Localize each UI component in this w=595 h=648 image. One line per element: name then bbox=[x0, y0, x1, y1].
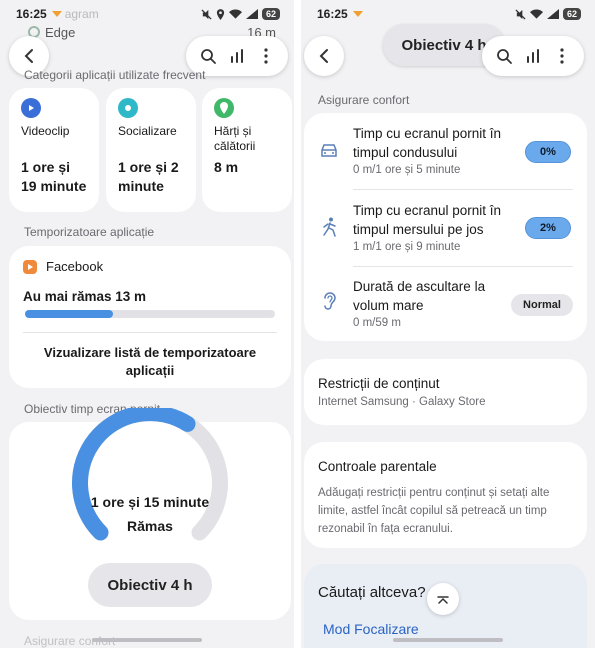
goal-button[interactable]: Obiectiv 4 h bbox=[88, 563, 212, 607]
parental-title: Controale parentale bbox=[318, 459, 437, 474]
category-card-maps[interactable]: Hărți și călătorii 8 m bbox=[202, 88, 292, 212]
signal-icon bbox=[246, 9, 258, 19]
bar-chart-icon bbox=[526, 49, 539, 63]
more-options-button[interactable] bbox=[548, 42, 576, 70]
categories-section-title: Categorii aplicații utilizate frecvent bbox=[24, 68, 206, 82]
status-icons: 62 bbox=[515, 8, 581, 20]
signal-icon bbox=[547, 9, 559, 19]
app-notification-icon bbox=[51, 11, 62, 17]
scroll-to-top-button[interactable] bbox=[427, 583, 459, 615]
category-name: Videoclip bbox=[21, 124, 70, 138]
chevron-left-icon bbox=[319, 49, 328, 63]
goal-value: 1 ore și 15 minute bbox=[90, 494, 210, 510]
video-category-icon bbox=[21, 98, 41, 118]
driving-percent-badge: 0% bbox=[525, 141, 571, 163]
comfort-row-sub: 0 m/59 m bbox=[353, 317, 401, 329]
goal-remaining-label: Rămas bbox=[127, 518, 173, 534]
floating-goal-label: Obiectiv 4 h bbox=[401, 36, 487, 54]
facebook-app-icon bbox=[23, 260, 37, 274]
home-indicator bbox=[92, 638, 202, 642]
stats-button[interactable] bbox=[223, 42, 251, 70]
gauge-fill bbox=[71, 408, 196, 541]
chevron-left-icon bbox=[24, 49, 33, 63]
bar-chart-icon bbox=[230, 49, 243, 63]
timer-progress-track bbox=[25, 310, 275, 318]
view-timers-list-label: Vizualizare listă de temporizatoare apli… bbox=[43, 345, 257, 378]
comfort-row-volume[interactable]: Durată de ascultare la volum mare 0 m/59… bbox=[304, 267, 587, 341]
peek-app-name: Edge bbox=[45, 25, 76, 40]
restrictions-title: Restricții de conținut bbox=[318, 376, 440, 391]
back-button[interactable] bbox=[304, 36, 344, 76]
search-button[interactable] bbox=[490, 42, 518, 70]
comfort-row-walking[interactable]: Timp cu ecranul pornit în timpul mersulu… bbox=[304, 190, 587, 266]
search-button[interactable] bbox=[194, 42, 222, 70]
parental-controls-card[interactable]: Controale parentale Adăugați restricții … bbox=[304, 442, 587, 548]
category-card-video[interactable]: Videoclip 1 ore și 19 minute bbox=[9, 88, 99, 212]
status-icons: 62 bbox=[201, 8, 280, 20]
comfort-row-title: Timp cu ecranul pornit în timpul mersulu… bbox=[353, 203, 502, 237]
category-card-social[interactable]: Socializare 1 ore și 2 minute bbox=[106, 88, 196, 212]
comfort-section-title: Asigurare confort bbox=[318, 93, 410, 107]
category-name: Socializare bbox=[118, 124, 177, 138]
category-time: 8 m bbox=[214, 159, 239, 175]
walking-icon bbox=[323, 217, 336, 237]
content-restrictions-card[interactable]: Restricții de conținut Internet Samsung … bbox=[304, 359, 587, 425]
category-time: 1 ore și 2 minute bbox=[118, 159, 179, 194]
timers-section-title: Temporizatoare aplicație bbox=[24, 225, 155, 239]
social-category-icon bbox=[118, 98, 138, 118]
parental-sub: Adăugați restricții pentru conținut și s… bbox=[318, 487, 550, 535]
comfort-card: Timp cu ecranul pornit în timpul condusu… bbox=[304, 113, 587, 341]
search-icon bbox=[497, 49, 513, 64]
app-notification-icon bbox=[352, 11, 363, 17]
volume-status-badge: Normal bbox=[511, 294, 573, 316]
category-name: Hărți și călătorii bbox=[214, 124, 256, 153]
timer-remaining: Au mai rămas 13 m bbox=[23, 289, 147, 304]
left-screen: 16:25 agram 62 Edge 16 m Categorii aplic… bbox=[0, 0, 294, 648]
walking-percent-badge: 2% bbox=[525, 217, 571, 239]
comfort-row-sub: 0 m/1 ore și 5 minute bbox=[353, 164, 461, 176]
battery-icon: 62 bbox=[563, 8, 581, 20]
ear-icon bbox=[324, 292, 336, 310]
comfort-row-driving[interactable]: Timp cu ecranul pornit în timpul condusu… bbox=[304, 113, 587, 189]
battery-icon: 62 bbox=[262, 8, 280, 20]
timer-progress-fill bbox=[25, 310, 113, 318]
goal-gauge bbox=[71, 408, 228, 541]
app-timer-card: Facebook Au mai rămas 13 m Vizualizare l… bbox=[9, 246, 291, 388]
wifi-icon bbox=[530, 9, 543, 19]
timer-app-name: Facebook bbox=[46, 259, 104, 274]
focus-mode-link[interactable]: Mod Focalizare bbox=[323, 621, 419, 637]
comfort-row-sub: 1 m/1 ore și 9 minute bbox=[353, 241, 461, 253]
status-time: 16:25 bbox=[317, 7, 348, 21]
search-icon bbox=[201, 49, 217, 64]
status-bar: 16:25 agram 62 bbox=[0, 0, 294, 28]
view-timers-list-button[interactable]: Vizualizare listă de temporizatoare apli… bbox=[29, 344, 271, 380]
divider bbox=[23, 332, 277, 333]
right-screen: 16:25 62 Obiectiv 4 h Asigurare confort … bbox=[301, 0, 595, 648]
home-indicator bbox=[393, 638, 503, 642]
mute-icon bbox=[515, 8, 526, 20]
maps-category-icon bbox=[214, 98, 234, 118]
goal-card: 1 ore și 15 minute Rămas Obiectiv 4 h bbox=[9, 408, 291, 620]
car-icon bbox=[321, 144, 337, 157]
stats-button[interactable] bbox=[519, 42, 547, 70]
chevron-up-icon bbox=[437, 596, 449, 604]
goal-button-label: Obiectiv 4 h bbox=[107, 576, 193, 594]
more-options-button[interactable] bbox=[252, 42, 280, 70]
action-pill bbox=[482, 36, 584, 76]
search-suggestions-title: Căutați altceva? bbox=[318, 584, 426, 601]
restrictions-sub: Internet Samsung · Galaxy Store bbox=[318, 396, 486, 408]
mute-icon bbox=[201, 8, 212, 20]
wifi-icon bbox=[229, 9, 242, 19]
status-time: 16:25 bbox=[16, 7, 47, 21]
status-app-hint: agram bbox=[64, 7, 99, 21]
location-icon bbox=[216, 8, 225, 20]
more-vertical-icon bbox=[560, 48, 564, 64]
more-vertical-icon bbox=[264, 48, 268, 64]
comfort-row-title: Durată de ascultare la volum mare bbox=[353, 279, 486, 313]
comfort-row-title: Timp cu ecranul pornit în timpul condusu… bbox=[353, 126, 502, 160]
category-time: 1 ore și 19 minute bbox=[21, 159, 87, 194]
